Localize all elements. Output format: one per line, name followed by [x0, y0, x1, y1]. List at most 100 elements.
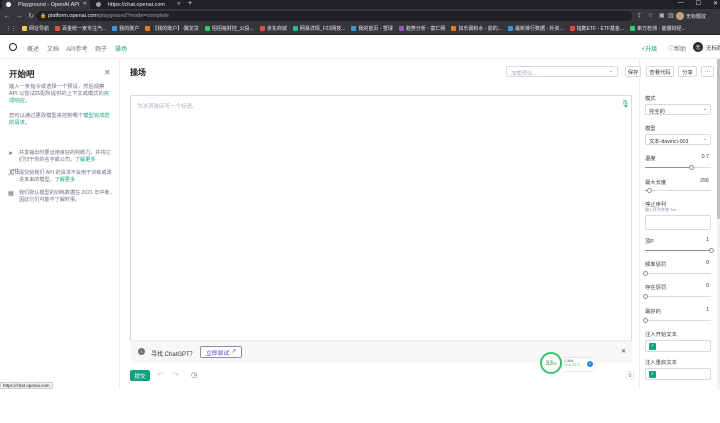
frequency-penalty-value[interactable]: 0 — [706, 260, 709, 266]
mode-select[interactable]: 完全的 ⌄ — [645, 104, 711, 115]
browser-tab-chat[interactable]: https://chat.openai.com ✕ — [92, 0, 184, 9]
inject-restart-field[interactable]: ✓ — [645, 368, 711, 380]
presence-penalty-value[interactable]: 0 — [706, 283, 709, 289]
close-icon[interactable]: ✕ — [104, 68, 111, 77]
mode-label: 模式 — [645, 96, 656, 102]
avatar — [676, 12, 684, 20]
nav-playground[interactable]: 操场 — [115, 44, 127, 53]
preset-placeholder: 加载预设... — [511, 71, 537, 77]
back-icon[interactable]: ← — [2, 13, 12, 20]
bookmark-favicon — [112, 26, 118, 31]
bookmark-item[interactable]: 百金统一家专注汽... — [55, 25, 106, 32]
apps-icon[interactable]: ⋮⋮ — [6, 26, 16, 32]
nav-api-reference[interactable]: API参考 — [66, 44, 88, 53]
nav-examples[interactable]: 例子 — [95, 44, 107, 53]
top-p-value[interactable]: 1 — [706, 237, 709, 243]
try-now-button[interactable]: 立即尝试 ↗ — [200, 346, 243, 358]
user-name[interactable]: 无标题坟 — [706, 44, 720, 52]
minimize-icon[interactable]: — — [678, 0, 684, 7]
redo-icon[interactable]: ↷ — [173, 371, 179, 379]
preset-select[interactable]: 加载预设... ⌄ — [506, 66, 618, 77]
new-tab-icon[interactable]: + — [188, 0, 192, 7]
stop-sequences-input[interactable] — [645, 215, 711, 230]
prompt-editor[interactable]: 为冰淇淋店写一个标语。 🎙 — [130, 95, 632, 363]
bookmark-item[interactable]: 【我的账户】-翼龙贷 — [145, 25, 199, 32]
nav-docs[interactable]: 文档 — [47, 44, 59, 53]
submit-button[interactable]: 提交 — [130, 370, 150, 381]
cpu-monitor-widget[interactable]: 33% 1.3k/s CPU 32°C + — [540, 352, 596, 378]
bookmark-item[interactable]: 如乐佩积水 - 前的... — [451, 25, 502, 32]
learn-more-link[interactable]: 了解更多 — [75, 157, 95, 163]
intro-text: 输入一条指令或选择一个预设，然后观察 API 以尝试匹配所提供的上下文或模式的 — [9, 84, 105, 97]
bookmark-label: 审方检测 - 能爆财经... — [637, 26, 686, 32]
top-p-label: 顶P — [645, 239, 654, 245]
control-tail: 。 — [24, 120, 31, 126]
tab-title: https://chat.openai.com — [108, 1, 165, 8]
chevron-down-icon: ⌄ — [702, 106, 707, 112]
user-avatar[interactable]: 无 — [693, 42, 703, 52]
address-bar[interactable]: 🔒 platform.openai.com/playground?mode=co… — [36, 11, 632, 21]
help-link[interactable]: ⓘ帮助 — [668, 44, 686, 53]
bookmark-item[interactable]: 网址导航 — [22, 25, 49, 32]
close-window-icon[interactable]: ✕ — [713, 0, 718, 7]
forward-icon[interactable]: → — [14, 13, 24, 20]
model-select[interactable]: 文本-davinci-003 ⌄ — [645, 134, 711, 145]
sidepanel-icon[interactable]: ▥ — [668, 12, 674, 19]
bookmark-item[interactable]: 我的首页 - 雪球 — [351, 25, 393, 32]
note-privacy: 提交给我们 API 的请求不会用于训练或改进未来的模型。了解更多 — [19, 170, 115, 184]
presence-penalty-slider[interactable] — [643, 294, 711, 299]
stop-sequences-hint: 输入序列并按 Tab — [645, 207, 677, 212]
bookmark-favicon — [55, 26, 61, 31]
trend-icon: 〰 — [8, 173, 15, 179]
reload-icon[interactable]: ↻ — [26, 12, 36, 20]
bookmark-label: 网址导航 — [29, 26, 50, 32]
send-icon: ➤ — [8, 151, 14, 157]
microphone-icon[interactable]: 🎙 — [621, 100, 630, 108]
bookmark-star-icon[interactable]: ☆ — [648, 12, 653, 19]
bookmark-item[interactable]: 最新排行数据 - 外资... — [507, 25, 564, 32]
bookmark-item[interactable]: 招招裕财控_公投... — [204, 25, 254, 32]
bookmark-label: 最新排行数据 - 外资... — [514, 26, 564, 32]
chevron-down-icon: ⌄ — [608, 68, 613, 74]
close-banner-icon[interactable]: ✕ — [621, 348, 626, 355]
plus-icon[interactable]: + — [587, 361, 593, 367]
bookmark-item[interactable]: 审方检测 - 能爆财经... — [630, 25, 686, 32]
best-of-value[interactable]: 1 — [706, 307, 709, 313]
frequency-penalty-slider[interactable] — [643, 271, 711, 276]
inject-start-field[interactable]: ✓ — [645, 340, 711, 352]
note-cutoff: 我们默认模型的训练数据在 2021 年中断，因此它们可能不了解时事。 — [19, 190, 115, 204]
top-p-slider[interactable] — [645, 248, 714, 253]
close-tab-icon[interactable]: ✕ — [83, 1, 87, 7]
learn-more-link[interactable]: 了解更多 — [55, 177, 75, 183]
close-tab-icon[interactable]: ✕ — [177, 1, 181, 7]
history-icon[interactable]: ◷ — [191, 371, 197, 379]
mode-value: 完全的 — [649, 109, 665, 115]
openai-logo-icon[interactable] — [9, 43, 17, 51]
bookmark-item[interactable]: 指数ETF - ETF基金... — [569, 25, 624, 32]
bookmark-label: 我的账户 — [119, 26, 140, 32]
share-page-icon[interactable]: ⇪ — [637, 12, 642, 19]
bookmark-item[interactable]: 网易详情_F22网技... — [292, 25, 345, 32]
max-length-slider[interactable] — [645, 188, 711, 193]
temperature-slider[interactable] — [645, 165, 711, 170]
browser-tab-playground[interactable]: Playground - OpenAI API ✕ — [2, 0, 90, 9]
bookmark-item[interactable]: 我的账户 — [112, 25, 139, 32]
app-header: 概述 文档 API参考 例子 操场 ⚡升级 ⓘ帮助 无 无标题坟 — [0, 35, 720, 59]
undo-icon[interactable]: ↶ — [157, 371, 163, 379]
bookmark-item[interactable]: 京东商城 — [259, 25, 287, 32]
profile-button[interactable]: 无标题坟 — [676, 11, 706, 21]
model-value: 文本-davinci-003 — [649, 139, 689, 145]
extensions-icon[interactable]: ▣ — [659, 12, 665, 19]
nav-overview[interactable]: 概述 — [27, 44, 39, 53]
upgrade-link[interactable]: ⚡升级 — [641, 44, 657, 53]
bookmark-item[interactable]: 趋势分析 - 富仁网 — [398, 25, 445, 32]
maximize-icon[interactable]: ☐ — [696, 0, 701, 7]
cpu-panel: 1.3k/s CPU 32°C + — [562, 358, 594, 371]
temperature-value[interactable]: 0.7 — [702, 154, 709, 160]
checkbox-checked-icon[interactable]: ✓ — [649, 371, 656, 378]
checkbox-checked-icon[interactable]: ✓ — [649, 343, 656, 350]
inject-restart-label: 注入重启文本 — [645, 360, 677, 366]
best-of-slider[interactable] — [643, 318, 711, 323]
inject-start-label: 注入开始文本 — [645, 332, 677, 338]
max-length-value[interactable]: 256 — [700, 178, 709, 184]
